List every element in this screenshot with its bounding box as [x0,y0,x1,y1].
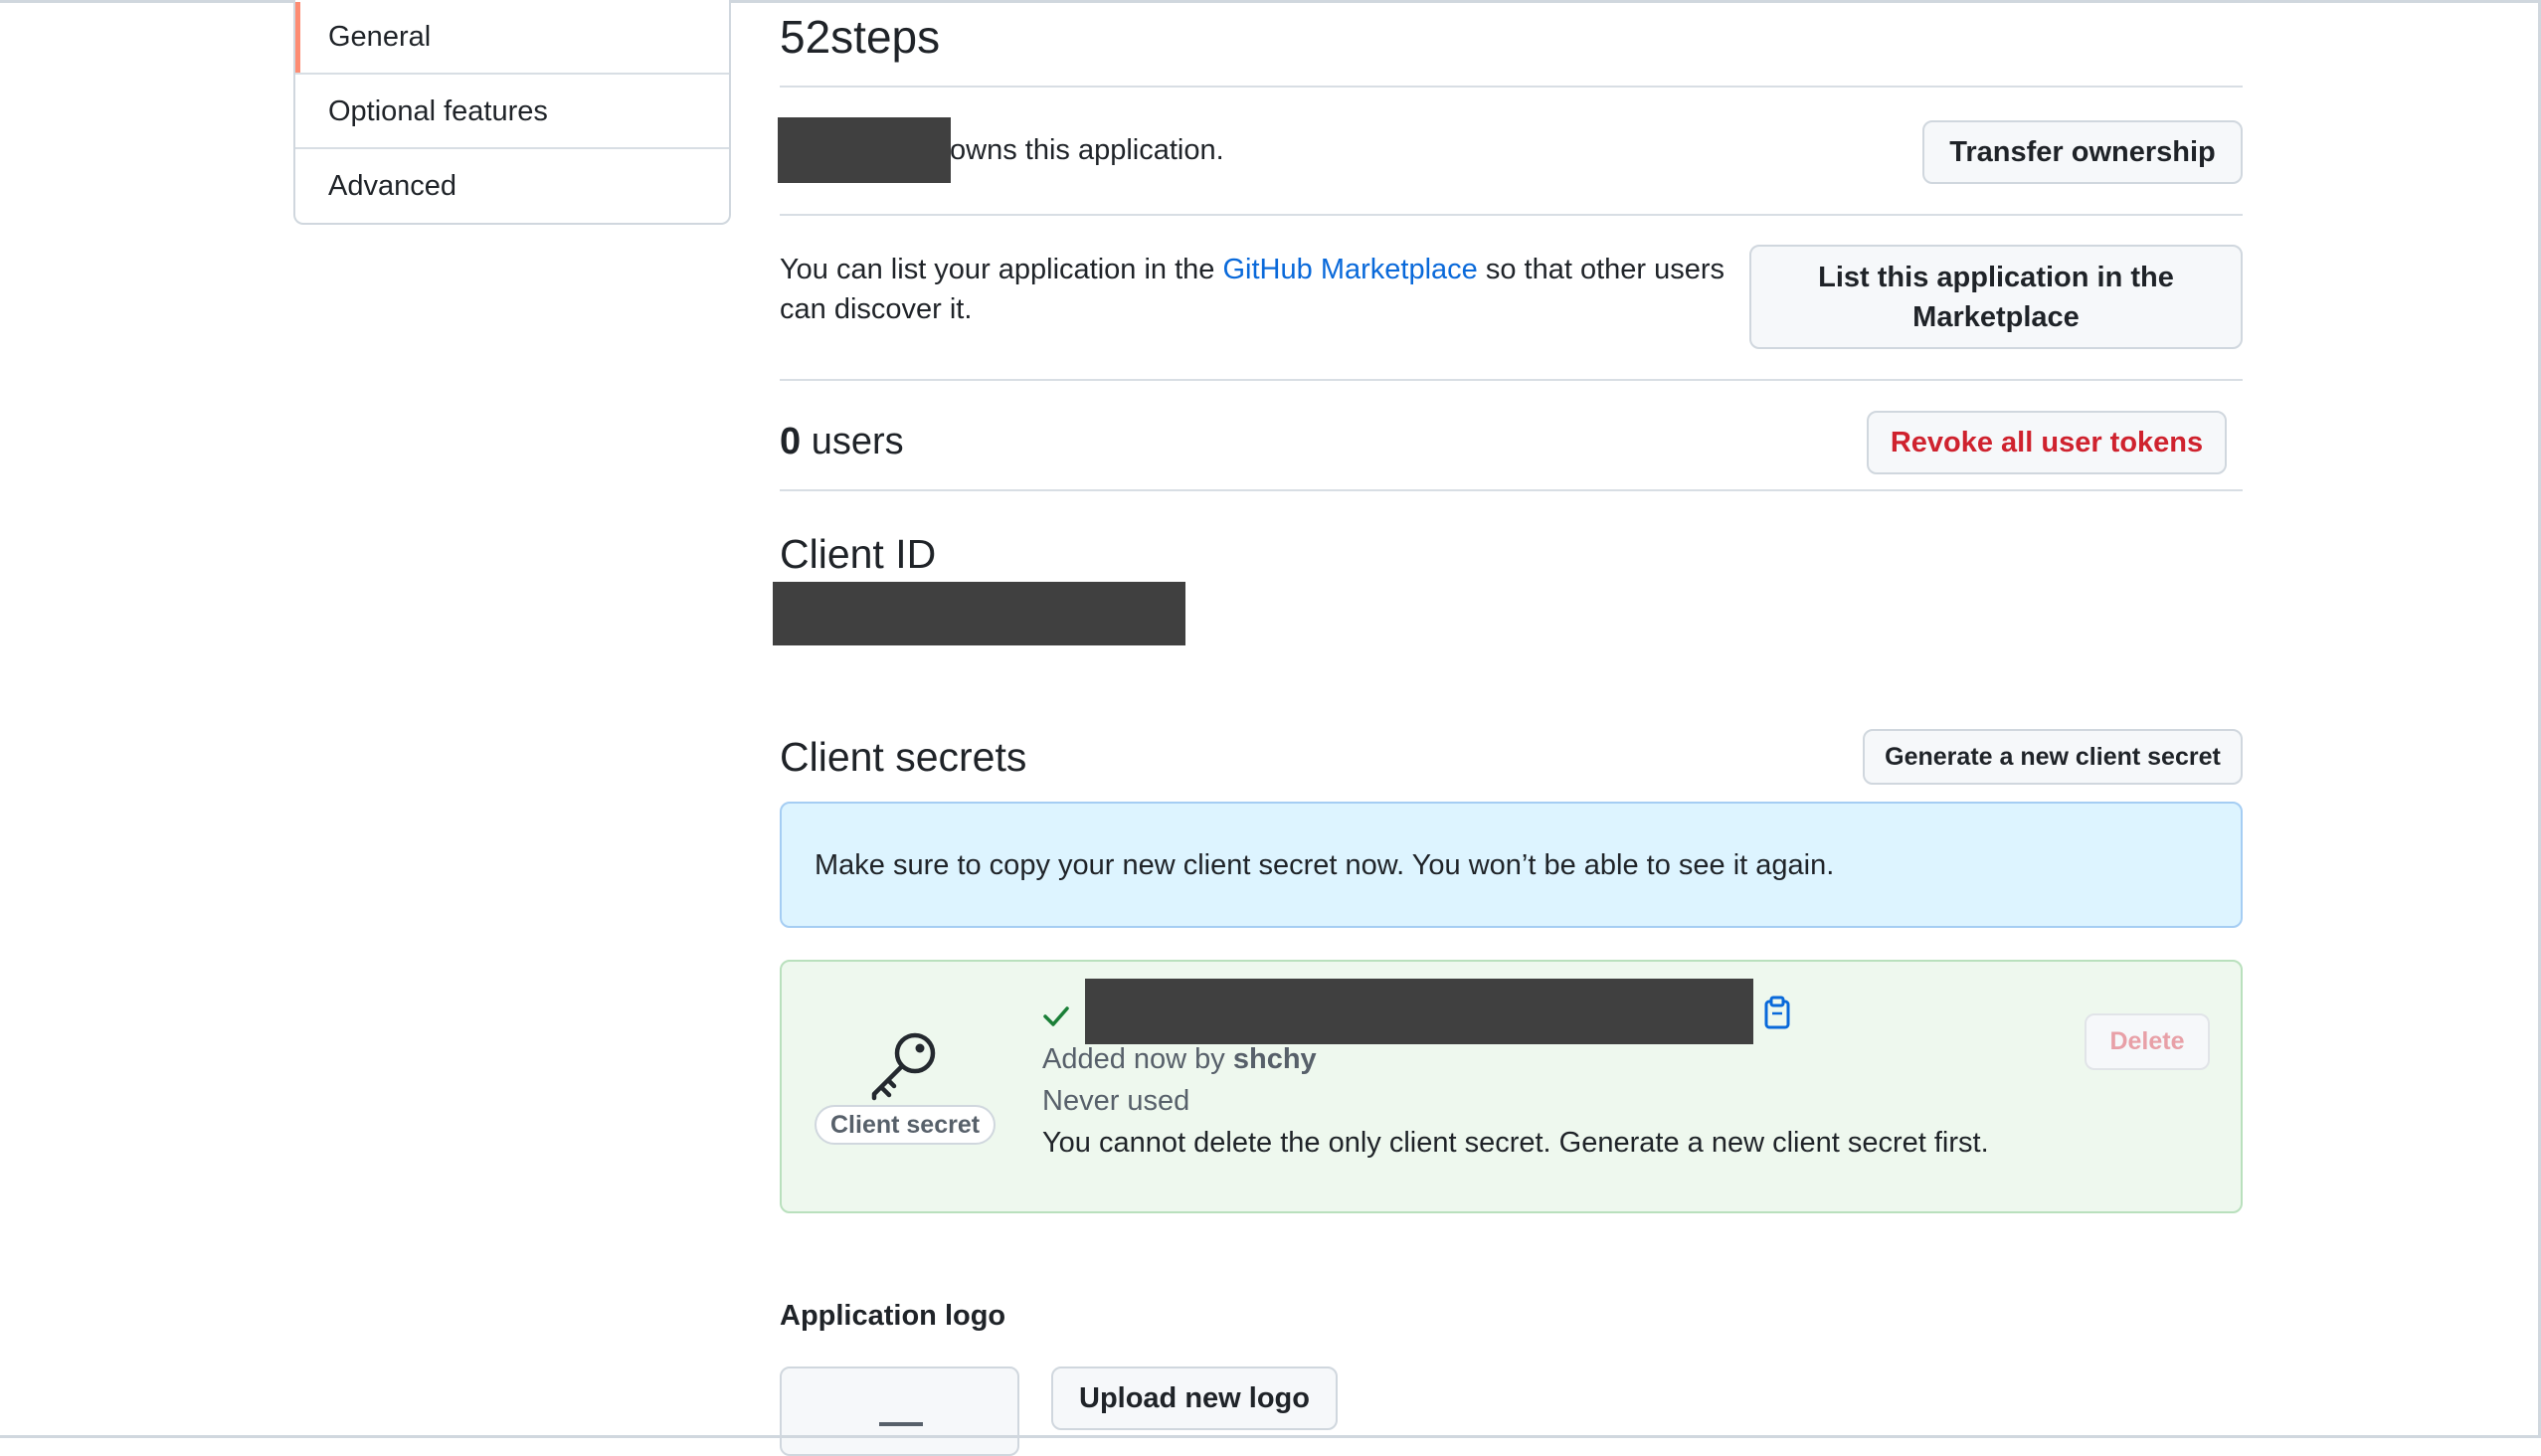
client-id-heading: Client ID [780,531,937,577]
generate-client-secret-button[interactable]: Generate a new client secret [1863,729,2243,785]
client-secret-item: Client secret Added now by shchy Never u… [780,960,2243,1213]
copy-clipboard-icon[interactable] [1761,996,1793,1029]
marketplace-description-line2: can discover it. [780,293,973,325]
sidebar-item-optional-features[interactable]: Optional features [295,75,729,149]
sidebar-item-advanced[interactable]: Advanced [295,149,729,224]
redacted-client-id [773,582,1185,645]
button-label-line1: List this application in the [1818,261,2174,293]
upload-icon [879,1422,923,1426]
marketplace-text-after: so that other users [1477,254,1725,285]
secret-added-info: Added now by shchy [1042,1039,1317,1079]
divider [780,86,2243,88]
upload-new-logo-button[interactable]: Upload new logo [1051,1366,1338,1430]
users-count: 0 users [780,418,904,465]
client-secrets-heading: Client secrets [780,734,1027,780]
added-by-user: shchy [1232,1043,1317,1075]
secret-usage: Never used [1042,1085,1190,1117]
logo-preview [780,1366,1019,1456]
application-logo-heading: Application logo [780,1300,1006,1332]
revoke-all-user-tokens-button[interactable]: Revoke all user tokens [1867,411,2227,474]
divider [780,214,2243,216]
users-count-label: users [801,421,904,462]
divider [780,489,2243,491]
marketplace-text-before: You can list your application in the [780,254,1223,285]
delete-secret-button[interactable]: Delete [2085,1013,2210,1070]
redacted-secret-value [1085,979,1753,1044]
check-icon [1042,1001,1070,1029]
secret-delete-warning: You cannot delete the only client secret… [1042,1127,1989,1159]
github-marketplace-link[interactable]: GitHub Marketplace [1223,254,1478,285]
sidebar-item-label: Advanced [328,170,456,202]
settings-sidebar: General Optional features Advanced [293,0,731,225]
users-count-number: 0 [780,421,802,462]
list-in-marketplace-button[interactable]: List this application in the Marketplace [1749,245,2243,349]
button-label-line2: Marketplace [1912,300,2080,333]
client-secret-badge: Client secret [815,1105,997,1145]
marketplace-description: You can list your application in the Git… [780,250,1724,289]
sidebar-item-label: Optional features [328,95,548,127]
page-title: 52steps [780,11,941,63]
key-icon [867,1029,939,1101]
owner-text: owns this application. [950,134,1224,166]
redacted-owner [778,117,951,183]
sidebar-item-label: General [328,21,432,53]
added-prefix: Added now by [1042,1043,1233,1075]
notice-text: Make sure to copy your new client secret… [815,849,1835,881]
transfer-ownership-button[interactable]: Transfer ownership [1922,120,2243,184]
copy-secret-notice: Make sure to copy your new client secret… [780,802,2243,928]
sidebar-item-general[interactable]: General [295,0,729,75]
divider [780,379,2243,381]
